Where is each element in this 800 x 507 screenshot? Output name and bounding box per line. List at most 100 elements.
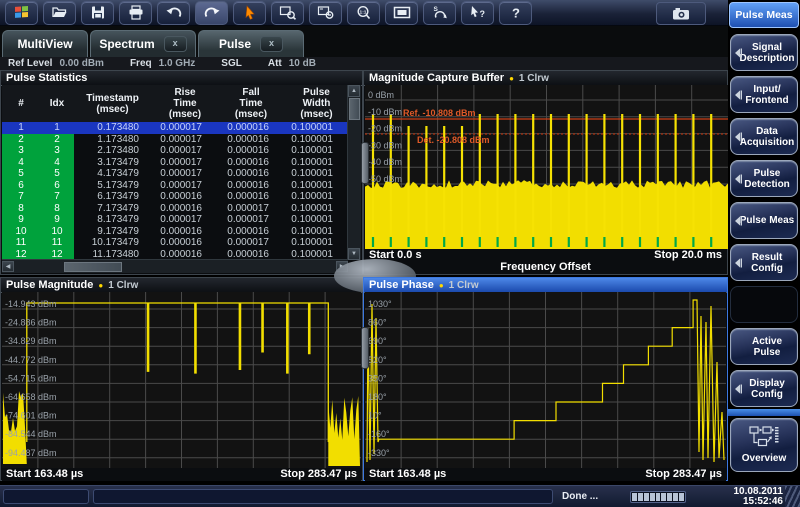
table-cell: 7 [40,191,74,203]
undo-button[interactable] [157,1,190,25]
trace-mode-label: 1 Clrw [108,279,138,292]
pulse-magnitude-plot[interactable]: -14.943 dBm-24.886 dBm-34.829 dBm-44.772… [2,292,361,468]
pulse-magnitude-panel[interactable]: Pulse Magnitude ● 1 Clrw -14.943 dBm-24.… [0,277,363,481]
screenshot-button[interactable] [656,2,706,25]
softkey-active-pulse[interactable]: Active Pulse [730,328,798,365]
zoom-out-device-button[interactable] [309,1,342,25]
tab-close-icon[interactable]: x [260,36,283,52]
print-button[interactable] [119,1,152,25]
table-cell: 5 [2,168,40,180]
table-row[interactable]: 10109.1734790.0000160.0000160.100001 [2,226,350,238]
pulse-phase-panel[interactable]: Pulse Phase ● 1 Clrw 1030°860°690°520°35… [363,277,728,481]
table-cell: 0.100001 [283,180,350,192]
table-row[interactable]: 554.1734790.0000170.0000160.100001 [2,168,350,180]
scroll-down-icon[interactable]: ▼ [348,248,360,260]
table-row[interactable]: 221.1734800.0000170.0000160.100001 [2,134,350,146]
softkey-result-config[interactable]: Result Config [730,244,798,281]
svg-text:690°: 690° [368,336,387,346]
pulse-statistics-panel[interactable]: Pulse Statistics #IdxTimestamp (msec)Ris… [0,70,363,275]
table-cell: 0.000016 [151,237,219,249]
table-row[interactable]: 443.1734790.0000170.0000160.100001 [2,157,350,169]
table-row[interactable]: 665.1734790.0000170.0000160.100001 [2,180,350,192]
pulse-magnitude-title-text: Pulse Magnitude [6,279,93,292]
softkey-blank[interactable] [730,286,798,323]
vertical-splitter-grip[interactable] [361,142,369,184]
svg-text:-54.715 dBm: -54.715 dBm [5,373,57,383]
pulse-statistics-title: Pulse Statistics [1,71,362,86]
scroll-left-icon[interactable]: ◀ [2,261,14,272]
display-update-icon [393,5,411,20]
progress-segment [644,493,649,501]
svg-text:-64.658 dBm: -64.658 dBm [5,392,57,402]
table-cell: 0.100001 [283,203,350,215]
help-icon: ? [507,5,525,20]
magnitude-capture-plot[interactable]: Ref. -10.808 dBmDet. -20.808 dBm0 dBm-10… [365,85,728,249]
tab-close-icon[interactable]: x [164,36,187,52]
table-row[interactable]: 998.1734790.0000170.0000170.100001 [2,214,350,226]
zoom-area-icon [279,5,297,20]
softkey-input-frontend[interactable]: Input/ Frontend [730,76,798,113]
table-row[interactable]: 111110.1734790.0000160.0000170.100001 [2,237,350,249]
windows-logo-button[interactable] [5,1,38,25]
vertical-splitter-grip[interactable] [361,327,369,369]
tab-pulse[interactable]: Pulsex [198,30,304,57]
app-button-pulse-meas[interactable]: Pulse Meas [729,2,799,28]
softkey-display-config[interactable]: Display Config [730,370,798,407]
table-row[interactable]: 332.1734800.0000170.0000160.100001 [2,145,350,157]
select-pointer-button[interactable] [233,1,266,25]
softkey-data-acquisition[interactable]: Data Acquisition [730,118,798,155]
table-row[interactable]: 776.1734790.0000160.0000160.100001 [2,191,350,203]
scroll-up-icon[interactable]: ▲ [348,85,360,97]
table-cell: 7 [2,191,40,203]
continuous-sweep-button[interactable]: S [423,1,456,25]
capture-xaxis-label: Frequency Offset [365,261,726,274]
context-help-icon: ? [469,5,487,20]
table-cell: 0.000016 [151,191,219,203]
table-cell: 0.100001 [283,122,350,134]
statistics-horizontal-scrollbar[interactable]: ◀ ▶ [2,259,348,273]
table-cell: 0.000016 [151,226,219,238]
table-cell: 6.173479 [74,191,151,203]
table-row[interactable]: 110.1734800.0000170.0000160.100001 [2,122,350,134]
softkey-arrow-icon [734,89,742,100]
tab-label: Pulse [219,37,251,51]
table-cell: 3.173479 [74,157,151,169]
tab-multiview[interactable]: MultiView [2,30,88,57]
magnitude-capture-panel[interactable]: Magnitude Capture Buffer ● 1 Clrw Ref. -… [363,70,728,275]
context-help-button[interactable]: ? [461,1,494,25]
redo-button[interactable] [195,1,228,25]
overview-button[interactable]: Overview [730,418,798,472]
trace-color-dot: ● [509,72,514,85]
table-cell: 10 [2,226,40,238]
trace-mode-label: 1 Clrw [449,279,479,292]
table-cell: 2.173480 [74,145,151,157]
table-cell: 4 [2,157,40,169]
progress-segment [632,493,637,501]
open-file-button[interactable] [43,1,76,25]
table-row[interactable]: 887.1734790.0000160.0000170.100001 [2,203,350,215]
tab-label: Spectrum [99,37,154,51]
softkey-label: Signal Description [739,42,795,64]
tab-spectrum[interactable]: Spectrum x [90,30,196,57]
zoom-1-1-button[interactable]: 1:1 [347,1,380,25]
help-button[interactable]: ? [499,1,532,25]
table-cell: 0.000017 [151,134,219,146]
svg-text:10°: 10° [368,411,382,421]
table-cell: 0.100001 [283,168,350,180]
info-value: 0.00 dBm [59,57,103,70]
resize-grip[interactable] [785,486,800,507]
zoom-area-button[interactable] [271,1,304,25]
softkey-signal-description[interactable]: Signal Description [730,34,798,71]
display-update-button[interactable] [385,1,418,25]
save-button[interactable] [81,1,114,25]
statistics-vertical-scrollbar[interactable]: ▲ ▼ [347,85,361,260]
softkey-arrow-icon [734,215,742,226]
softkey-pulse-detection[interactable]: Pulse Detection [730,160,798,197]
table-cell: 0.100001 [283,157,350,169]
vertical-scroll-thumb[interactable] [349,98,360,120]
horizontal-scroll-thumb[interactable] [64,262,122,272]
softkey-pulse-meas[interactable]: Pulse Meas [730,202,798,239]
svg-text:-10 dBm: -10 dBm [368,107,402,117]
pulse-phase-plot[interactable]: 1030°860°690°520°350°180°10°-160°-330° [365,292,726,468]
progress-bar [630,491,686,503]
